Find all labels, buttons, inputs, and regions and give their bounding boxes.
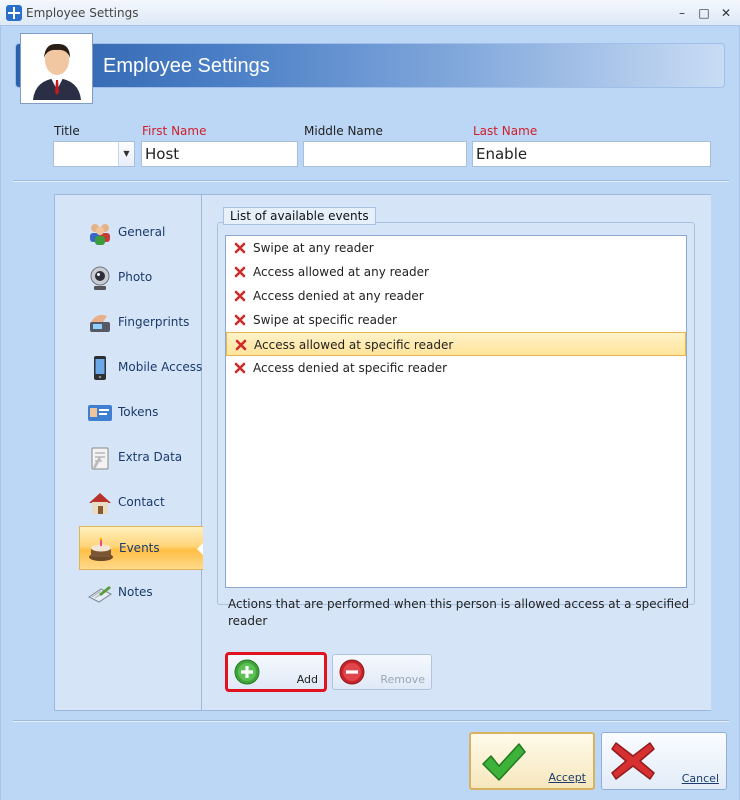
middle-name-field[interactable] — [303, 141, 467, 167]
red-x-icon — [234, 314, 246, 326]
list-item[interactable]: Swipe at any reader — [226, 236, 686, 260]
sidebar-item-tokens[interactable]: Tokens — [79, 391, 203, 435]
divider — [13, 180, 729, 182]
cancel-x-icon — [611, 742, 655, 780]
event-label: Access denied at any reader — [253, 289, 424, 303]
sidebar-item-label: Notes — [118, 585, 153, 599]
red-x-icon — [234, 362, 246, 374]
sidebar-item-label: Events — [119, 541, 160, 555]
event-label: Swipe at any reader — [253, 241, 374, 255]
cancel-label: Cancel — [681, 772, 719, 785]
list-item[interactable]: Access allowed at any reader — [226, 260, 686, 284]
accept-label: Accept — [548, 771, 587, 784]
add-label: Add — [296, 673, 318, 686]
minimize-button[interactable]: – — [672, 4, 692, 22]
sidebar-item-label: General — [118, 225, 166, 239]
red-x-icon — [234, 290, 246, 302]
sidebar-item-fingerprints[interactable]: Fingerprints — [79, 301, 203, 345]
sidebar-item-mobile-access[interactable]: Mobile Access — [79, 346, 203, 390]
sidebar-item-label: Tokens — [118, 405, 159, 419]
first-name-label: First Name — [142, 124, 207, 138]
sidebar-item-extra-data[interactable]: Extra Data — [79, 436, 203, 480]
list-item[interactable]: Swipe at specific reader — [226, 308, 686, 332]
sidebar-item-photo[interactable]: Photo — [79, 256, 203, 300]
sidebar-item-notes[interactable]: Notes — [79, 571, 203, 615]
divider — [13, 720, 729, 722]
red-x-icon — [234, 242, 246, 254]
last-name-label: Last Name — [473, 124, 538, 138]
checkmark-icon — [482, 743, 526, 781]
close-button[interactable]: ✕ — [716, 4, 736, 22]
clipboard-icon — [91, 447, 109, 470]
sidebar-nav: General Photo Fingerprints Mobile Access… — [55, 195, 204, 710]
page-title: Employee Settings — [103, 55, 270, 77]
window-titlebar: Employee Settings – □ ✕ — [0, 0, 740, 26]
event-label: Access denied at specific reader — [253, 361, 448, 375]
events-list[interactable]: Swipe at any reader Access allowed at an… — [225, 235, 687, 588]
event-label: Swipe at specific reader — [253, 313, 397, 327]
sidebar-item-label: Mobile Access — [118, 360, 203, 374]
add-button[interactable]: Add — [225, 652, 327, 692]
fingerprint-icon — [90, 314, 110, 332]
minus-icon — [339, 659, 365, 685]
list-item[interactable]: Access denied at any reader — [226, 284, 686, 308]
chevron-down-icon[interactable]: ▼ — [118, 142, 134, 166]
sidebar-item-general[interactable]: General — [79, 211, 203, 255]
sidebar-item-events[interactable]: Events — [79, 526, 204, 570]
mobile-phone-icon — [94, 356, 106, 380]
window-body: Employee Settings Title First Name Middl… — [0, 26, 740, 800]
remove-label: Remove — [380, 673, 425, 686]
settings-panel: General Photo Fingerprints Mobile Access… — [54, 194, 711, 711]
window-title: Employee Settings — [26, 6, 139, 20]
accept-button[interactable]: Accept — [469, 732, 595, 790]
sidebar-item-label: Extra Data — [118, 450, 183, 464]
events-content: List of available events Swipe at any re… — [203, 195, 711, 710]
title-label: Title — [54, 124, 80, 138]
cake-icon — [89, 537, 113, 561]
webcam-icon — [90, 266, 110, 290]
businessman-avatar-icon — [20, 33, 93, 104]
sidebar-item-contact[interactable]: Contact — [79, 481, 203, 525]
list-item[interactable]: Access denied at specific reader — [226, 356, 686, 380]
title-combo[interactable]: ▼ — [53, 141, 135, 167]
list-item-selected[interactable]: Access allowed at specific reader — [226, 332, 686, 356]
events-group-title: List of available events — [223, 207, 376, 225]
remove-button[interactable]: Remove — [332, 654, 432, 690]
maximize-button[interactable]: □ — [694, 4, 714, 22]
event-description: Actions that are performed when this per… — [228, 597, 690, 628]
sidebar-item-label: Fingerprints — [118, 315, 190, 329]
notebook-icon — [88, 586, 112, 603]
first-name-field[interactable]: Host — [141, 141, 298, 167]
id-card-icon — [88, 405, 112, 421]
plus-icon — [234, 659, 260, 685]
header-banner: Employee Settings — [15, 43, 725, 88]
last-name-field[interactable]: Enable — [472, 141, 711, 167]
middle-name-label: Middle Name — [304, 124, 383, 138]
sidebar-item-label: Photo — [118, 270, 153, 284]
house-icon — [89, 493, 111, 514]
red-x-icon — [235, 339, 247, 351]
people-icon — [90, 224, 110, 245]
red-x-icon — [234, 266, 246, 278]
app-grid-icon — [6, 5, 22, 21]
event-label: Access allowed at any reader — [253, 265, 429, 279]
event-label: Access allowed at specific reader — [254, 338, 454, 352]
sidebar-item-label: Contact — [118, 495, 165, 509]
cancel-button[interactable]: Cancel — [601, 732, 727, 790]
